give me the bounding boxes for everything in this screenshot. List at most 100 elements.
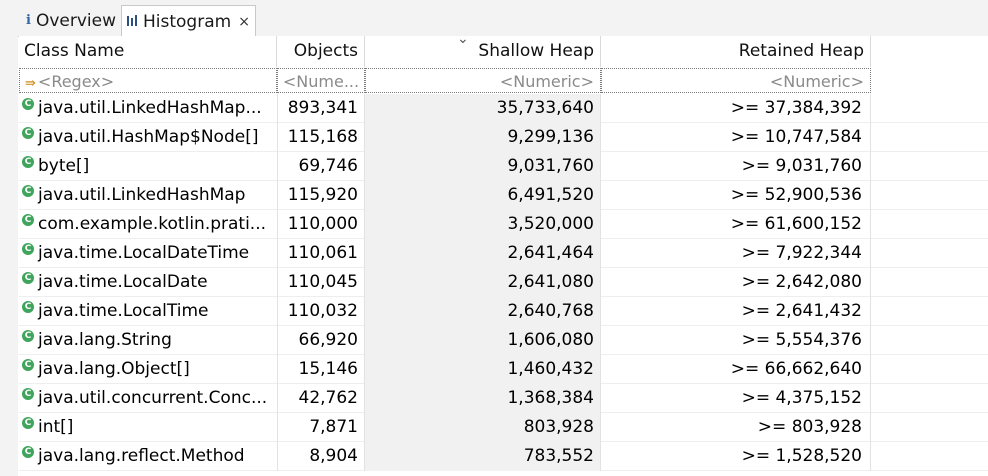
class-name-cell: Cjava.util.LinkedHashMap...: [19, 94, 277, 123]
class-icon: C: [22, 387, 34, 400]
class-icon: C: [22, 155, 34, 168]
class-name-text: java.time.LocalDate: [38, 272, 208, 292]
shallow-heap-cell: 2,641,080: [365, 268, 601, 297]
class-icon: C: [22, 358, 34, 371]
shallow-heap-cell: 9,031,760: [365, 152, 601, 181]
table-row[interactable]: Cjava.time.LocalTime 110,032 2,640,768 >…: [19, 297, 988, 326]
shallow-heap-cell: 6,491,520: [365, 181, 601, 210]
class-icon: C: [22, 271, 34, 284]
class-name-text: java.util.LinkedHashMap: [38, 185, 246, 205]
class-name-cell: Cjava.time.LocalDate: [19, 268, 277, 297]
class-icon: C: [22, 445, 34, 458]
retained-heap-cell: >= 2,641,432: [601, 297, 871, 326]
table-row[interactable]: Cjava.lang.Object[] 15,146 1,460,432 >= …: [19, 355, 988, 384]
shallow-heap-cell: 783,552: [365, 442, 601, 471]
retained-heap-cell: >= 5,554,376: [601, 326, 871, 355]
objects-cell: 69,746: [277, 152, 365, 181]
table-row[interactable]: Cjava.util.HashMap$Node[] 115,168 9,299,…: [19, 123, 988, 152]
shallow-heap-cell: 35,733,640: [365, 94, 601, 123]
left-gutter: [0, 36, 18, 476]
class-name-text: byte[]: [38, 156, 90, 176]
objects-cell: 110,045: [277, 268, 365, 297]
class-icon: C: [22, 97, 34, 110]
table-row[interactable]: Cjava.util.concurrent.Conc... 42,762 1,3…: [19, 384, 988, 413]
retained-heap-cell: >= 66,662,640: [601, 355, 871, 384]
objects-cell: 7,871: [277, 413, 365, 442]
tab-histogram[interactable]: Histogram ×: [121, 5, 256, 37]
shallow-heap-cell: 1,606,080: [365, 326, 601, 355]
shallow-heap-cell: 2,641,464: [365, 239, 601, 268]
editor-tab-bar: i Overview Histogram ×: [0, 0, 988, 37]
objects-cell: 110,000: [277, 210, 365, 239]
class-name-text: com.example.kotlin.prati...: [38, 214, 267, 234]
class-icon: C: [22, 213, 34, 226]
retained-heap-cell: >= 9,031,760: [601, 152, 871, 181]
close-icon[interactable]: ×: [238, 14, 250, 30]
class-name-text: java.time.LocalDateTime: [38, 243, 250, 263]
shallow-heap-cell: 1,460,432: [365, 355, 601, 384]
objects-cell: 66,920: [277, 326, 365, 355]
class-icon: C: [22, 184, 34, 197]
retained-heap-cell: >= 2,642,080: [601, 268, 871, 297]
class-name-filter-input[interactable]: ⇛ <Regex>: [19, 68, 277, 93]
tab-overview[interactable]: i Overview: [22, 6, 116, 35]
class-name-text: java.lang.reflect.Method: [38, 446, 245, 466]
bar-chart-icon: [126, 14, 138, 30]
class-icon: C: [22, 126, 34, 139]
class-name-text: java.time.LocalTime: [38, 301, 209, 321]
class-name-cell: Cjava.lang.String: [19, 326, 277, 355]
class-icon: C: [22, 329, 34, 342]
retained-heap-cell: >= 4,375,152: [601, 384, 871, 413]
table-row[interactable]: Cbyte[] 69,746 9,031,760 >= 9,031,760: [19, 152, 988, 181]
shallow-heap-cell: 3,520,000: [365, 210, 601, 239]
table-row[interactable]: Cjava.time.LocalDateTime 110,061 2,641,4…: [19, 239, 988, 268]
shallow-heap-cell: 2,640,768: [365, 297, 601, 326]
class-icon: C: [22, 416, 34, 429]
class-name-cell: Cjava.util.HashMap$Node[]: [19, 123, 277, 152]
table-row[interactable]: Cjava.util.LinkedHashMap 115,920 6,491,5…: [19, 181, 988, 210]
objects-filter-input[interactable]: <Nume...: [277, 68, 365, 93]
filter-row: ⇛ <Regex> <Nume... <Numeric> <Numeric>: [19, 67, 988, 94]
table-row[interactable]: Ccom.example.kotlin.prati... 110,000 3,5…: [19, 210, 988, 239]
objects-cell: 115,920: [277, 181, 365, 210]
objects-cell: 8,904: [277, 442, 365, 471]
objects-cell: 110,061: [277, 239, 365, 268]
table-row[interactable]: Cint[] 7,871 803,928 >= 803,928: [19, 413, 988, 442]
class-name-text: int[]: [38, 417, 74, 437]
retained-heap-cell: >= 7,922,344: [601, 239, 871, 268]
retained-heap-cell: >= 1,528,520: [601, 442, 871, 471]
class-name-cell: Cjava.util.LinkedHashMap: [19, 181, 277, 210]
table-row[interactable]: Cjava.util.LinkedHashMap... 893,341 35,7…: [19, 94, 988, 123]
column-header-retained-heap[interactable]: Retained Heap: [601, 36, 871, 67]
objects-cell: 893,341: [277, 94, 365, 123]
class-name-text: java.util.concurrent.Conc...: [38, 388, 268, 408]
objects-cell: 42,762: [277, 384, 365, 413]
retained-heap-filter-input[interactable]: <Numeric>: [601, 68, 871, 93]
filter-icon: ⇛: [25, 76, 36, 91]
retained-heap-cell: >= 10,747,584: [601, 123, 871, 152]
shallow-heap-cell: 9,299,136: [365, 123, 601, 152]
class-name-cell: Cbyte[]: [19, 152, 277, 181]
retained-heap-cell: >= 803,928: [601, 413, 871, 442]
column-header-objects[interactable]: Objects: [277, 36, 365, 67]
column-header-class-name[interactable]: Class Name: [19, 36, 277, 67]
objects-cell: 110,032: [277, 297, 365, 326]
table-row[interactable]: Cjava.lang.reflect.Method 8,904 783,552 …: [19, 442, 988, 471]
table-row[interactable]: Cjava.lang.String 66,920 1,606,080 >= 5,…: [19, 326, 988, 355]
class-name-cell: Cjava.lang.Object[]: [19, 355, 277, 384]
retained-heap-cell: >= 52,900,536: [601, 181, 871, 210]
column-header-shallow-heap-label: Shallow Heap: [478, 41, 594, 61]
info-icon: i: [26, 13, 31, 28]
tab-overview-label: Overview: [35, 10, 116, 31]
sort-descending-icon: ⌄: [457, 31, 469, 47]
class-name-cell: Cjava.time.LocalTime: [19, 297, 277, 326]
class-name-text: java.util.LinkedHashMap...: [38, 98, 262, 118]
column-header-shallow-heap[interactable]: ⌄ Shallow Heap: [365, 31, 601, 67]
class-name-text: java.lang.Object[]: [38, 359, 190, 379]
tab-histogram-label: Histogram: [143, 11, 232, 32]
class-name-cell: Cjava.lang.reflect.Method: [19, 442, 277, 471]
class-name-text: java.lang.String: [38, 330, 172, 350]
table-row[interactable]: Cjava.time.LocalDate 110,045 2,641,080 >…: [19, 268, 988, 297]
shallow-heap-filter-input[interactable]: <Numeric>: [365, 68, 601, 93]
class-name-cell: Cjava.time.LocalDateTime: [19, 239, 277, 268]
